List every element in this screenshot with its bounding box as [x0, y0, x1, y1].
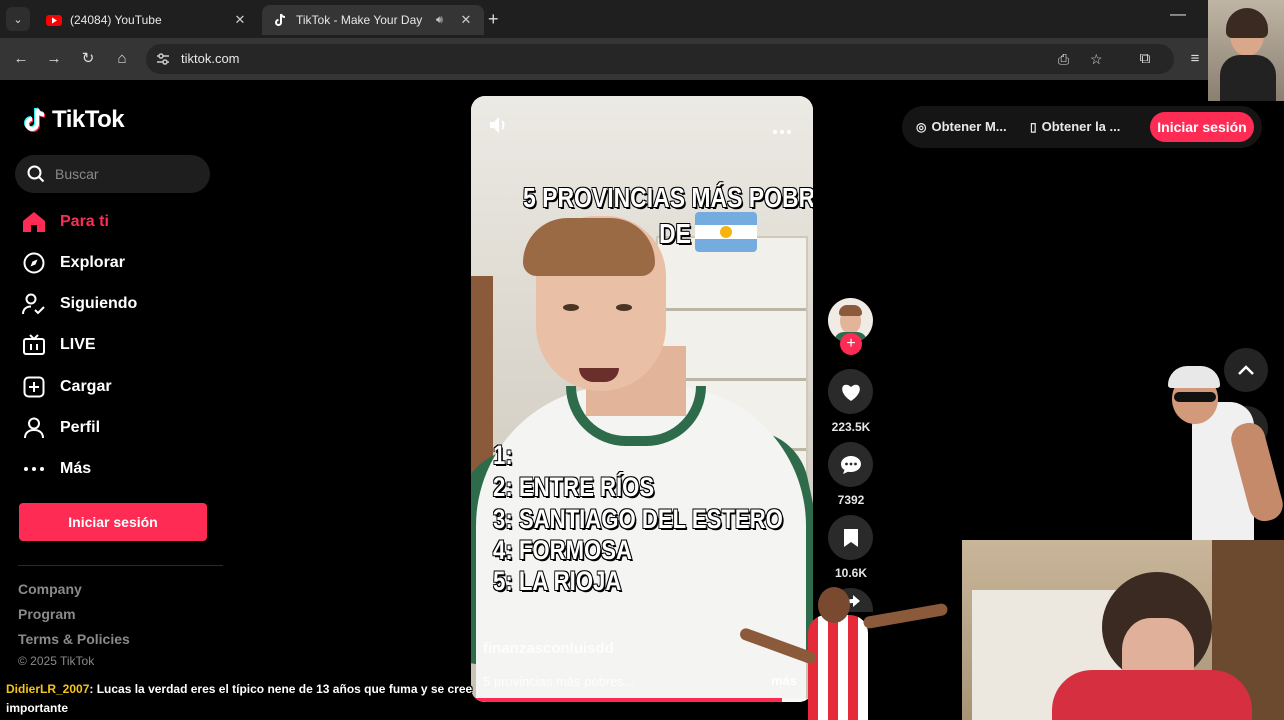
- tab-youtube[interactable]: (24084) YouTube ✕: [36, 5, 258, 35]
- url-text: tiktok.com: [181, 51, 240, 66]
- volume-icon[interactable]: [489, 116, 509, 139]
- tab-title: TikTok - Make Your Day: [296, 13, 423, 27]
- stream-chat-message: DidierLR_2007: Lucas la verdad eres el t…: [6, 680, 496, 718]
- nav-mas[interactable]: Más: [22, 454, 91, 484]
- dancing-man-sticker: [1162, 362, 1284, 540]
- nav-perfil[interactable]: Perfil: [22, 413, 100, 443]
- argentina-flag-icon: [695, 212, 757, 252]
- video-list-item: 1:: [493, 440, 513, 470]
- nav-explorar[interactable]: Explorar: [22, 248, 125, 278]
- header-login-button[interactable]: Iniciar sesión: [1150, 112, 1254, 142]
- nav-cargar[interactable]: Cargar: [22, 372, 112, 402]
- get-app-label: Obtener la ...: [1041, 119, 1121, 134]
- streamer-webcam: [962, 540, 1284, 720]
- forward-icon[interactable]: →: [43, 48, 65, 70]
- install-app-icon[interactable]: ⎙: [1058, 51, 1069, 68]
- browser-tab-bar: ⌄ (24084) YouTube ✕ TikTok - Make Your D…: [0, 0, 1284, 38]
- video-title-line1: 5 PROVINCIAS MÁS POBRES: [523, 182, 813, 213]
- nav-label: Más: [60, 460, 92, 477]
- like-button[interactable]: [828, 369, 873, 414]
- like-count: 223.5K: [831, 420, 871, 434]
- video-list-item: 3: SANTIAGO DEL ESTERO: [493, 504, 783, 534]
- video-list-item: 5: LA RIOJA: [493, 566, 622, 596]
- soccer-player-sticker: [738, 585, 953, 720]
- more-options-icon[interactable]: [772, 122, 792, 140]
- heart-icon: [841, 384, 860, 401]
- phone-icon: ▯: [1030, 119, 1037, 134]
- comment-icon: [840, 455, 861, 474]
- browser-toolbar: ← → ↻ ⌂ tiktok.com ⎙ ☆ ⧉ ≡: [0, 38, 1284, 80]
- footer-program-link[interactable]: Program: [18, 606, 76, 622]
- following-icon: [22, 292, 46, 316]
- video-author[interactable]: finanzasconluisdd: [483, 640, 614, 657]
- bookmark-star-icon[interactable]: ☆: [1090, 51, 1103, 68]
- streamer-overlay-image: [1208, 0, 1284, 101]
- comment-count: 7392: [837, 493, 865, 507]
- home-icon: [22, 210, 46, 234]
- sidebar-login-button[interactable]: Iniciar sesión: [19, 503, 207, 541]
- video-list-item: 2: ENTRE RÍOS: [493, 472, 655, 502]
- follow-plus-icon[interactable]: +: [840, 333, 862, 355]
- more-icon: [22, 457, 46, 481]
- chat-username: DidierLR_2007: [6, 682, 90, 696]
- footer-company-link[interactable]: Company: [18, 581, 82, 597]
- nav-live[interactable]: LIVE: [22, 330, 96, 360]
- site-info-icon[interactable]: [156, 52, 170, 66]
- bookmark-icon: [843, 528, 858, 547]
- nav-label: Cargar: [60, 378, 112, 395]
- minimize-window-button[interactable]: —: [1170, 6, 1186, 24]
- get-app-button[interactable]: ▯ Obtener la ...: [1030, 119, 1120, 134]
- compass-icon: [22, 251, 46, 275]
- comment-button[interactable]: [828, 442, 873, 487]
- footer-terms-link[interactable]: Terms & Policies: [18, 631, 130, 647]
- nav-label: Perfil: [60, 419, 101, 436]
- nav-label: Para ti: [60, 213, 109, 230]
- get-coins-button[interactable]: ◎ Obtener M...: [916, 119, 1007, 134]
- profile-icon: [22, 416, 46, 440]
- close-tab-icon[interactable]: ✕: [232, 12, 248, 28]
- copyright-text: © 2025 TikTok: [18, 654, 95, 668]
- video-title-line2: DE: [659, 218, 691, 249]
- tab-title: (24084) YouTube: [70, 13, 162, 27]
- upload-icon: [22, 375, 46, 399]
- save-button[interactable]: [828, 515, 873, 560]
- nav-siguiendo[interactable]: Siguiendo: [22, 289, 137, 319]
- live-icon: [22, 333, 46, 357]
- tab-tiktok[interactable]: TikTok - Make Your Day 🔊︎ ✕: [262, 5, 484, 35]
- tiktok-logo-icon: [24, 107, 46, 132]
- nav-label: Explorar: [60, 254, 125, 271]
- tiktok-favicon-icon: [275, 13, 286, 26]
- video-list-item: 4: FORMOSA: [493, 535, 633, 565]
- speaker-icon[interactable]: 🔊︎: [436, 14, 452, 27]
- video-description: 5 provincias más pobres...: [483, 674, 635, 689]
- reload-icon[interactable]: ↻: [77, 48, 99, 70]
- video-progress-fill: [471, 698, 783, 702]
- home-icon[interactable]: ⌂: [111, 48, 133, 70]
- get-coins-label: Obtener M...: [931, 119, 1007, 134]
- youtube-favicon-icon: [46, 15, 62, 26]
- close-tab-icon[interactable]: ✕: [458, 12, 474, 28]
- nav-para-ti[interactable]: Para ti: [22, 207, 109, 237]
- tab-search-button[interactable]: ⌄: [6, 7, 30, 31]
- search-icon: [27, 165, 45, 183]
- search-input[interactable]: [55, 166, 195, 182]
- media-control-icon[interactable]: ≡: [1184, 48, 1206, 70]
- tiktok-logo[interactable]: TikTok: [22, 106, 125, 134]
- nav-label: LIVE: [60, 336, 96, 353]
- sidebar-divider: [18, 565, 223, 566]
- extensions-icon[interactable]: ⧉: [1134, 48, 1156, 70]
- address-bar[interactable]: tiktok.com ⎙ ☆: [146, 44, 1174, 74]
- new-tab-button[interactable]: +: [488, 9, 499, 30]
- logo-text: TikTok: [52, 106, 125, 133]
- nav-label: Siguiendo: [60, 295, 138, 312]
- search-bar[interactable]: [15, 155, 210, 193]
- coin-icon: ◎: [916, 119, 927, 134]
- back-icon[interactable]: ←: [10, 48, 32, 70]
- save-count: 10.6K: [834, 566, 868, 580]
